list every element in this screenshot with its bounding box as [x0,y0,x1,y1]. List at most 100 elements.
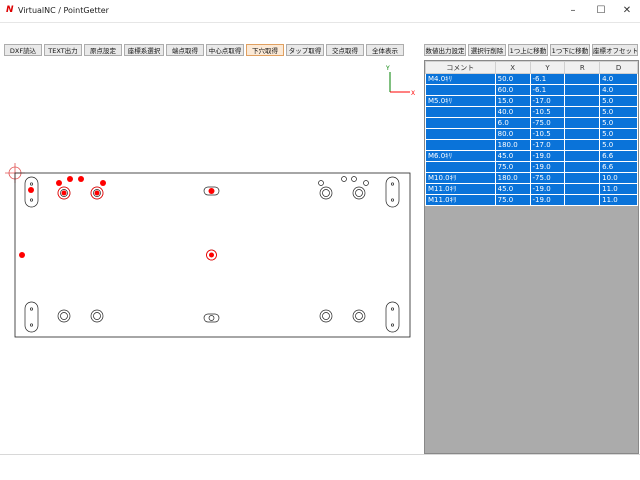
points-grid-panel: コメント X Y R D M4.0ｷﾘ 50.0 -6.1 4.0 60.0 -6.1 4.… [424,60,639,454]
text-output-button[interactable]: TEXT出力 [44,44,82,56]
move-up-button[interactable]: 1つ上に移動 [508,44,548,56]
intersection-get-button[interactable]: 交点取得 [326,44,364,56]
table-cell-r[interactable] [564,150,601,162]
table-row[interactable]: 80.0 -10.5 5.0 [425,128,638,140]
table-cell-d[interactable]: 4.0 [599,73,638,85]
table-cell-r[interactable] [564,106,601,118]
column-header-comment[interactable]: コメント [425,61,496,74]
table-cell-d[interactable]: 5.0 [599,128,638,140]
table-cell-comment[interactable]: M5.0ｷﾘ [425,95,496,107]
table-cell-y[interactable]: -10.5 [529,106,566,118]
column-header-y[interactable]: Y [529,61,566,74]
table-cell-y[interactable]: -19.0 [529,183,566,195]
endpoint-get-button[interactable]: 端点取得 [166,44,204,56]
table-cell-x[interactable]: 180.0 [494,172,531,184]
column-header-r[interactable]: R [564,61,601,74]
table-row[interactable]: M11.0ｷﾘ 75.0 -19.0 11.0 [425,194,638,206]
points-table: コメント X Y R D M4.0ｷﾘ 50.0 -6.1 4.0 60.0 -6.1 4.… [425,61,638,206]
table-cell-d[interactable]: 5.0 [599,95,638,107]
table-cell-x[interactable]: 180.0 [494,139,531,151]
table-cell-d[interactable]: 10.0 [599,172,638,184]
table-cell-r[interactable] [564,183,601,195]
coord-offset-button[interactable]: 座標オフセット [592,44,638,56]
table-cell-comment[interactable] [425,84,496,96]
table-cell-x[interactable]: 45.0 [494,150,531,162]
table-cell-x[interactable]: 75.0 [494,194,531,206]
table-cell-r[interactable] [564,84,601,96]
table-row[interactable]: 75.0 -19.0 6.6 [425,161,638,173]
table-row[interactable]: 180.0 -17.0 5.0 [425,139,638,151]
table-cell-y[interactable]: -75.0 [529,172,566,184]
minimize-button[interactable]: – [560,2,586,20]
table-row[interactable]: 40.0 -10.5 5.0 [425,106,638,118]
table-cell-r[interactable] [564,161,601,173]
maximize-button[interactable]: ☐ [588,2,614,20]
table-cell-d[interactable]: 5.0 [599,117,638,129]
coord-system-select-button[interactable]: 座標系選択 [124,44,164,56]
table-cell-d[interactable]: 5.0 [599,139,638,151]
pilot-hole-get-button[interactable]: 下穴取得 [246,44,284,56]
table-cell-d[interactable]: 5.0 [599,106,638,118]
table-row[interactable]: 60.0 -6.1 4.0 [425,84,638,96]
table-row[interactable]: M10.0ｷﾘ 180.0 -75.0 10.0 [425,172,638,184]
table-cell-x[interactable]: 80.0 [494,128,531,140]
table-cell-r[interactable] [564,128,601,140]
table-cell-comment[interactable] [425,139,496,151]
table-cell-comment[interactable] [425,161,496,173]
table-row[interactable]: 6.0 -75.0 5.0 [425,117,638,129]
table-row[interactable]: M4.0ｷﾘ 50.0 -6.1 4.0 [425,73,638,85]
table-cell-y[interactable]: -17.0 [529,139,566,151]
table-cell-y[interactable]: -6.1 [529,84,566,96]
table-cell-comment[interactable]: M6.0ｷﾘ [425,150,496,162]
table-cell-x[interactable]: 15.0 [494,95,531,107]
tap-get-button[interactable]: タップ取得 [286,44,324,56]
table-cell-x[interactable]: 40.0 [494,106,531,118]
delete-selected-row-button[interactable]: 選択行削除 [468,44,506,56]
table-cell-r[interactable] [564,194,601,206]
table-cell-r[interactable] [564,172,601,184]
column-header-x[interactable]: X [494,61,531,74]
table-cell-r[interactable] [564,95,601,107]
table-cell-d[interactable]: 4.0 [599,84,638,96]
drawing-canvas[interactable]: Y X [0,60,420,454]
table-cell-comment[interactable]: M11.0ｷﾘ [425,194,496,206]
origin-set-button[interactable]: 原点設定 [84,44,122,56]
table-cell-y[interactable]: -19.0 [529,150,566,162]
table-cell-comment[interactable] [425,106,496,118]
table-cell-comment[interactable]: M11.0ｷﾘ [425,183,496,195]
table-cell-comment[interactable] [425,117,496,129]
close-button[interactable]: ✕ [614,2,640,20]
table-cell-y[interactable]: -19.0 [529,194,566,206]
move-down-button[interactable]: 1つ下に移動 [550,44,590,56]
column-header-d[interactable]: D [599,61,638,74]
table-cell-d[interactable]: 6.6 [599,150,638,162]
fit-all-button[interactable]: 全体表示 [366,44,404,56]
table-cell-d[interactable]: 11.0 [599,183,638,195]
table-cell-r[interactable] [564,73,601,85]
table-cell-y[interactable]: -75.0 [529,117,566,129]
table-cell-d[interactable]: 11.0 [599,194,638,206]
table-cell-y[interactable]: -6.1 [529,73,566,85]
table-cell-comment[interactable]: M10.0ｷﾘ [425,172,496,184]
table-cell-x[interactable]: 75.0 [494,161,531,173]
table-cell-y[interactable]: -10.5 [529,128,566,140]
table-cell-y[interactable]: -19.0 [529,161,566,173]
table-cell-comment[interactable]: M4.0ｷﾘ [425,73,496,85]
table-cell-d[interactable]: 6.6 [599,161,638,173]
table-cell-x[interactable]: 6.0 [494,117,531,129]
table-row[interactable]: M6.0ｷﾘ 45.0 -19.0 6.6 [425,150,638,162]
dxf-load-button[interactable]: DXF読込 [4,44,42,56]
table-cell-x[interactable]: 45.0 [494,183,531,195]
number-output-settings-button[interactable]: 数値出力設定 [424,44,466,56]
table-cell-x[interactable]: 50.0 [494,73,531,85]
center-point-get-button[interactable]: 中心点取得 [206,44,244,56]
table-cell-y[interactable]: -17.0 [529,95,566,107]
table-cell-r[interactable] [564,117,601,129]
table-row[interactable]: M11.0ｷﾘ 45.0 -19.0 11.0 [425,183,638,195]
axis-indicator: Y X [385,65,415,97]
small-holes [318,176,369,186]
table-cell-comment[interactable] [425,128,496,140]
table-cell-x[interactable]: 60.0 [494,84,531,96]
table-cell-r[interactable] [564,139,601,151]
table-row[interactable]: M5.0ｷﾘ 15.0 -17.0 5.0 [425,95,638,107]
